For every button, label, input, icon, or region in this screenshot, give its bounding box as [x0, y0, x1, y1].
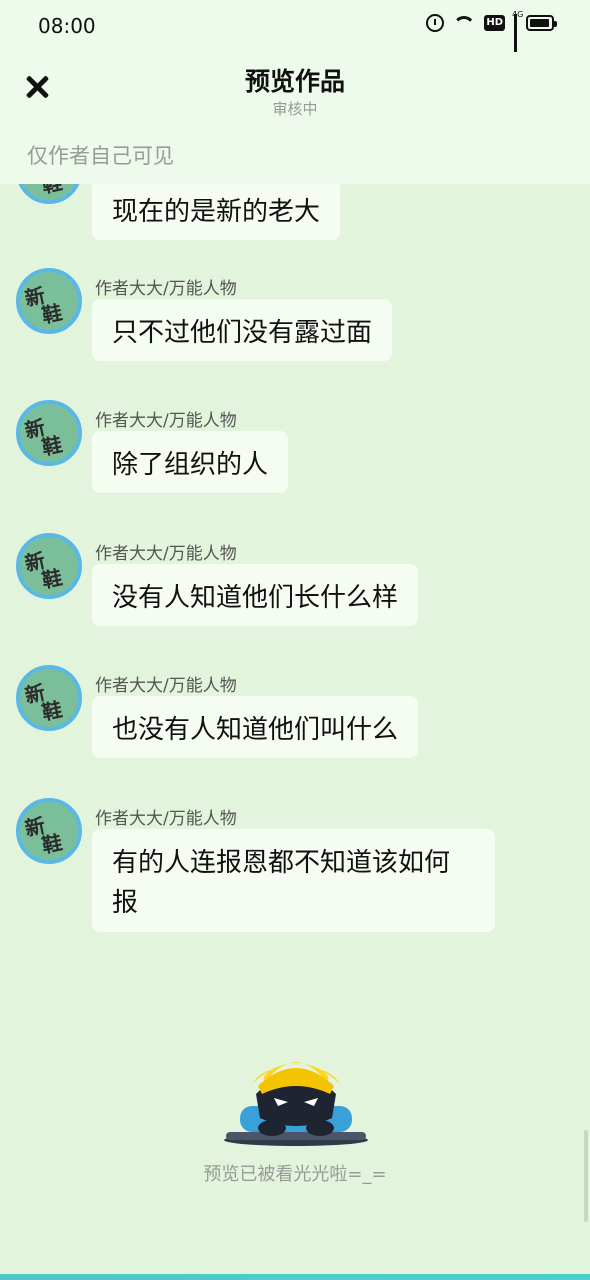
signal-4g-icon: 4G: [512, 10, 523, 62]
end-of-preview-text: 预览已被看光光啦=_=: [203, 1164, 387, 1185]
author-name[interactable]: 作者大大/万能人物: [95, 671, 237, 696]
author-avatar[interactable]: 新 鞋: [16, 268, 82, 334]
author-name[interactable]: 作者大大/万能人物: [95, 406, 237, 431]
mascot-illustration: [224, 1062, 368, 1146]
author-name[interactable]: 作者大大/万能人物: [95, 804, 237, 829]
author-avatar[interactable]: 新 鞋: [16, 533, 82, 599]
bottom-accent-bar: [0, 1274, 590, 1280]
author-avatar[interactable]: 新 鞋: [16, 184, 82, 204]
author-name[interactable]: 作者大大/万能人物: [95, 539, 237, 564]
message-bubble[interactable]: 有的人连报恩都不知道该如何报: [92, 829, 495, 932]
status-icons: HD 4G: [426, 10, 557, 62]
scrollbar[interactable]: [584, 1130, 588, 1222]
wifi-icon: [453, 14, 475, 32]
author-avatar[interactable]: 新 鞋: [16, 400, 82, 466]
status-bar: 08:00 HD 4G: [0, 0, 590, 62]
message-bubble[interactable]: 只不过他们没有露过面: [92, 299, 393, 361]
visibility-note: 仅作者自己可见: [27, 144, 174, 168]
header: 预览作品 审核中 仅作者自己可见: [0, 52, 590, 184]
alarm-icon: [426, 14, 445, 32]
status-time: 08:00: [38, 14, 96, 38]
battery-icon: [526, 15, 557, 31]
hd-icon: HD: [484, 15, 505, 31]
message-bubble[interactable]: 也没有人知道他们叫什么: [92, 696, 419, 758]
chat-list[interactable]: 新 鞋 现在的是新的老大 新 鞋 作者大大/万能人物 只不过他们没有露过面 新 …: [0, 184, 590, 984]
message-bubble[interactable]: 除了组织的人: [92, 431, 289, 493]
page-title: 预览作品: [244, 67, 345, 96]
network-label: 4G: [512, 10, 524, 19]
author-avatar[interactable]: 新 鞋: [16, 798, 82, 864]
message-bubble[interactable]: 现在的是新的老大: [92, 184, 341, 240]
review-status: 审核中: [272, 100, 318, 118]
author-avatar[interactable]: 新 鞋: [16, 665, 82, 731]
message-bubble[interactable]: 没有人知道他们长什么样: [92, 564, 419, 626]
author-name[interactable]: 作者大大/万能人物: [95, 274, 237, 299]
